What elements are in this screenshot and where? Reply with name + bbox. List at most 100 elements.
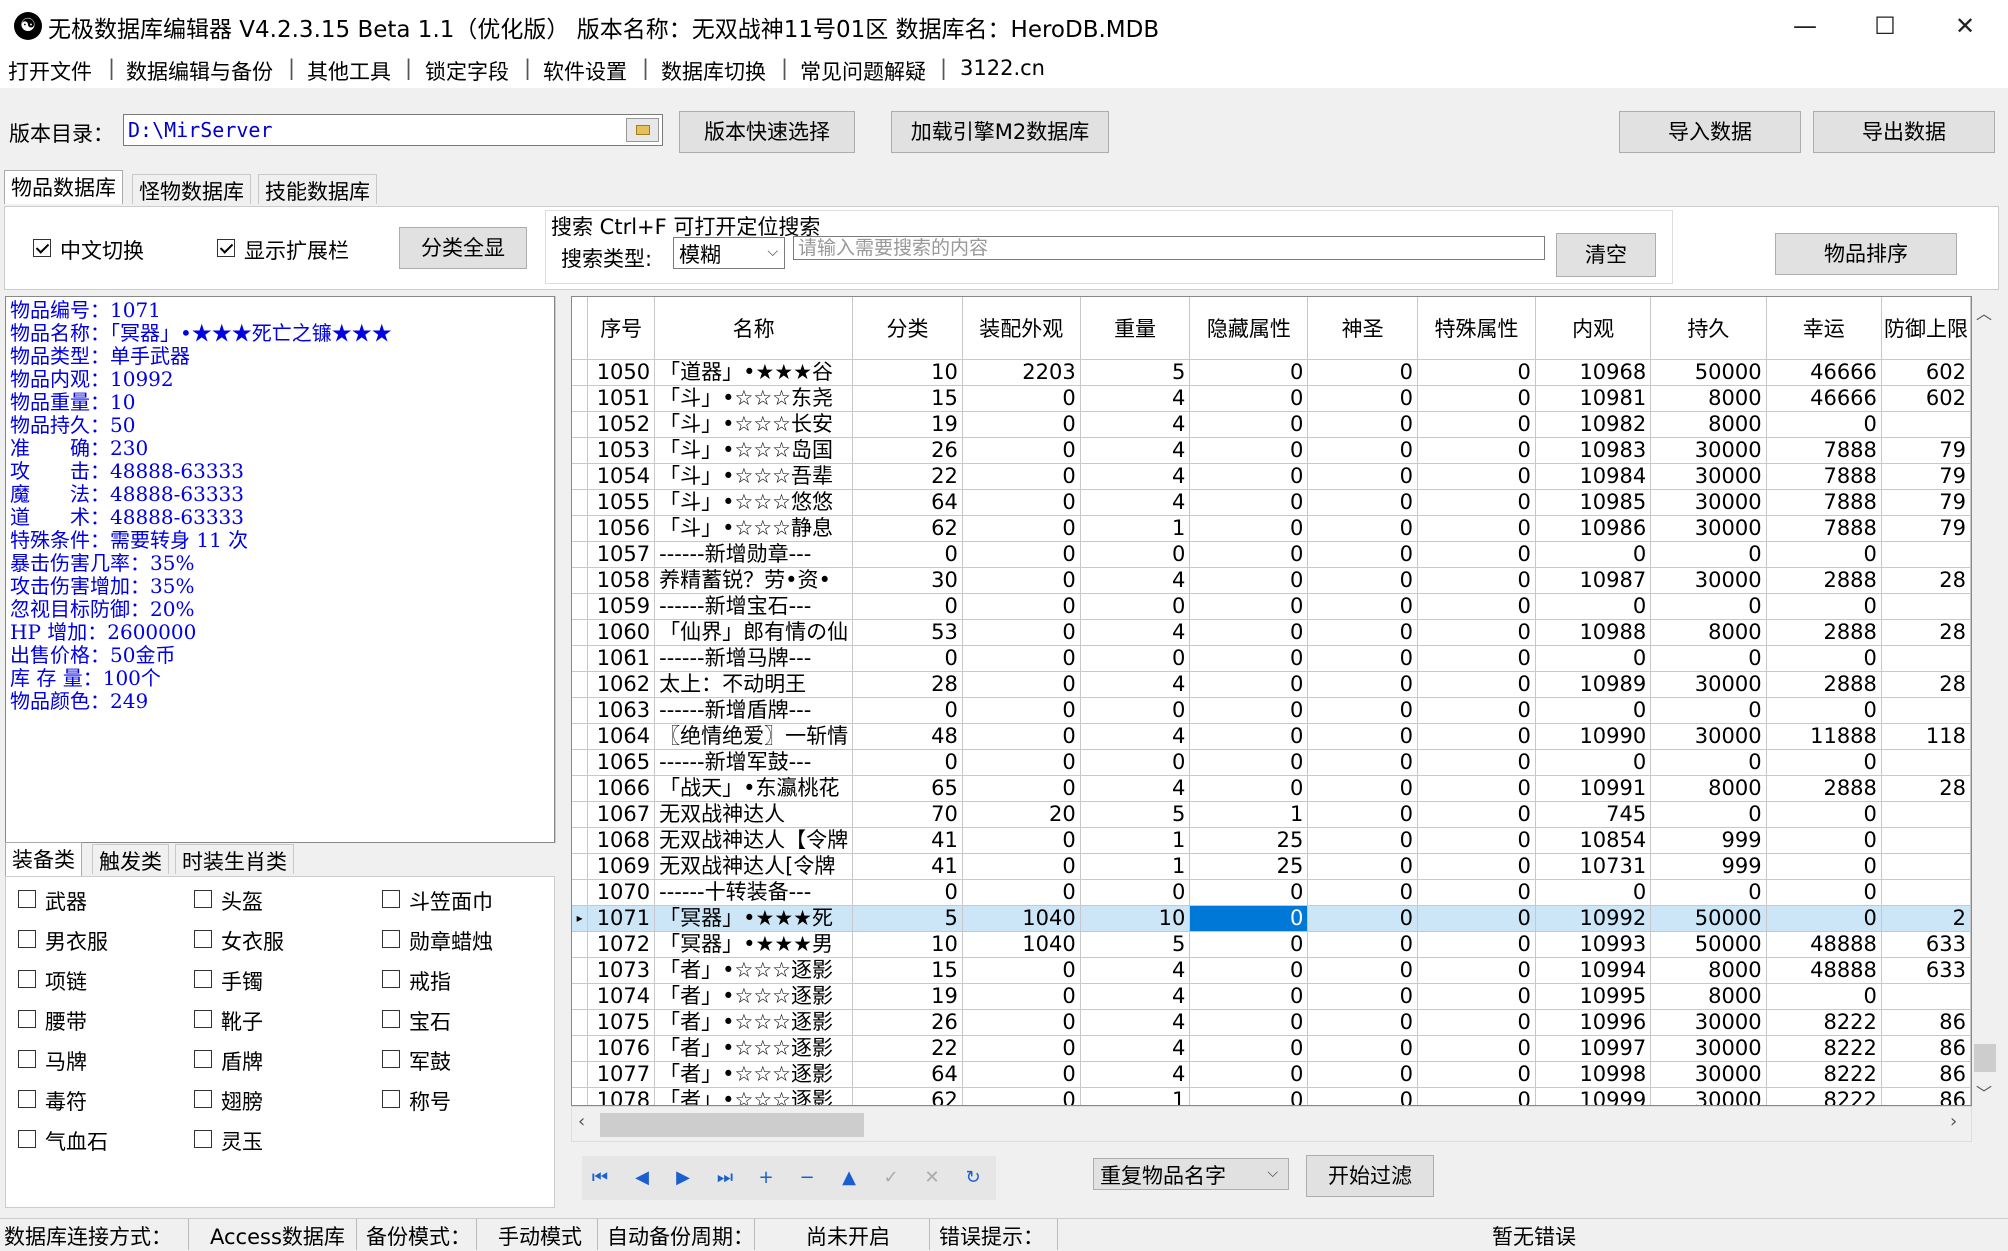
table-cell[interactable]: 「斗」•☆☆☆静息 — [654, 515, 854, 542]
table-cell[interactable]: 10985 — [1535, 489, 1652, 516]
table-cell[interactable]: 0 — [1650, 749, 1767, 776]
table-cell[interactable] — [1881, 879, 1971, 906]
column-header[interactable]: 分类 — [852, 297, 963, 360]
table-cell[interactable]: 19 — [852, 983, 963, 1010]
table-cell[interactable]: 0 — [1189, 1035, 1309, 1062]
table-cell[interactable]: 1066 — [587, 775, 656, 802]
table-row[interactable]: 1078 「者」•☆☆☆逐影 62 0 1 0 0 0 10999 30000 8222 86 — [572, 1087, 1971, 1105]
table-row[interactable]: 1069 无双战神达人[令牌 41 0 1 25 0 0 10731 999 0 — [572, 853, 1971, 880]
table-cell[interactable]: 30000 — [1650, 671, 1767, 698]
next-icon[interactable]: ▶ — [671, 1166, 695, 1190]
table-cell[interactable]: 1054 — [587, 463, 656, 490]
table-cell[interactable]: 0 — [1080, 749, 1191, 776]
table-cell[interactable]: 1 — [1189, 801, 1309, 828]
table-cell[interactable]: 65 — [852, 775, 963, 802]
table-cell[interactable]: 62 — [852, 1087, 963, 1105]
row-indicator[interactable] — [572, 489, 589, 516]
table-cell[interactable]: 2 — [1881, 905, 1971, 932]
table-cell[interactable]: 0 — [962, 671, 1081, 698]
table-cell[interactable]: 0 — [1307, 437, 1418, 464]
table-cell[interactable]: 无双战神达人[令牌 — [654, 853, 854, 880]
row-indicator[interactable] — [572, 957, 589, 984]
table-cell[interactable]: 19 — [852, 411, 963, 438]
table-cell[interactable]: 0 — [962, 593, 1081, 620]
table-cell[interactable]: 0 — [1535, 749, 1652, 776]
table-cell[interactable]: 8000 — [1650, 619, 1767, 646]
table-cell[interactable]: 30000 — [1650, 1061, 1767, 1088]
table-cell[interactable]: 46666 — [1766, 359, 1882, 386]
table-cell[interactable]: 4 — [1080, 983, 1191, 1010]
table-cell[interactable]: 0 — [1417, 411, 1536, 438]
table-cell[interactable]: 「者」•☆☆☆逐影 — [654, 983, 854, 1010]
table-cell[interactable]: 0 — [1417, 905, 1536, 932]
table-cell[interactable]: 8222 — [1766, 1009, 1882, 1036]
table-row[interactable]: 1051 「斗」•☆☆☆东尧 15 0 4 0 0 0 10981 8000 46666 602 — [572, 385, 1971, 412]
category-checkbox[interactable] — [18, 970, 36, 988]
table-cell[interactable]: 1063 — [587, 697, 656, 724]
table-cell[interactable]: 30000 — [1650, 1087, 1767, 1105]
table-cell[interactable]: 15 — [852, 385, 963, 412]
table-cell[interactable]: 64 — [852, 1061, 963, 1088]
table-cell[interactable]: 10987 — [1535, 567, 1652, 594]
table-cell[interactable]: 0 — [1189, 697, 1309, 724]
row-indicator[interactable] — [572, 853, 589, 880]
category-checkbox[interactable] — [18, 1010, 36, 1028]
table-cell[interactable]: 1058 — [587, 567, 656, 594]
table-cell[interactable]: 0 — [1189, 931, 1309, 958]
table-cell[interactable]: 无双战神达人【令牌 — [654, 827, 854, 854]
table-cell[interactable]: 1 — [1080, 1087, 1191, 1105]
table-cell[interactable]: 0 — [1417, 619, 1536, 646]
column-header[interactable]: 防御上限 — [1881, 297, 1971, 360]
start-filter-button[interactable]: 开始过滤 — [1306, 1155, 1434, 1197]
table-cell[interactable]: 「斗」•☆☆☆悠悠 — [654, 489, 854, 516]
table-cell[interactable]: 8000 — [1650, 385, 1767, 412]
clear-button[interactable]: 清空 — [1556, 233, 1656, 277]
column-header[interactable]: 序号 — [587, 297, 656, 360]
table-cell[interactable]: 「者」•☆☆☆逐影 — [654, 1009, 854, 1036]
table-cell[interactable]: 0 — [962, 827, 1081, 854]
table-cell[interactable]: 0 — [1189, 619, 1309, 646]
row-indicator[interactable] — [572, 385, 589, 412]
table-cell[interactable]: 0 — [1189, 749, 1309, 776]
table-cell[interactable]: 0 — [1417, 359, 1536, 386]
table-cell[interactable]: 745 — [1535, 801, 1652, 828]
table-cell[interactable]: 0 — [1307, 411, 1418, 438]
table-cell[interactable]: 0 — [852, 879, 963, 906]
table-cell[interactable]: 79 — [1881, 463, 1971, 490]
table-cell[interactable]: 86 — [1881, 1009, 1971, 1036]
table-cell[interactable]: 0 — [1766, 801, 1882, 828]
table-cell[interactable]: 1071 — [587, 905, 656, 932]
items-table-area[interactable]: 序号 名称 分类 装配外观 重量 隐藏属性 神圣 特殊属性 内观 持久 幸运 防御上限 1050 「道器… — [571, 296, 1972, 1106]
table-cell[interactable]: 1075 — [587, 1009, 656, 1036]
table-cell[interactable]: 0 — [1307, 1009, 1418, 1036]
show-ext-checkbox[interactable] — [217, 239, 235, 257]
table-cell[interactable]: 30 — [852, 567, 963, 594]
table-cell[interactable]: 8000 — [1650, 775, 1767, 802]
table-cell[interactable]: 0 — [1307, 515, 1418, 542]
table-cell[interactable] — [1881, 697, 1971, 724]
table-cell[interactable]: 0 — [1417, 697, 1536, 724]
row-indicator[interactable] — [572, 1035, 589, 1062]
table-cell[interactable]: 0 — [1417, 515, 1536, 542]
table-cell[interactable]: 0 — [1189, 567, 1309, 594]
table-cell[interactable]: 7888 — [1766, 463, 1882, 490]
insert-icon[interactable]: + — [754, 1166, 778, 1190]
table-cell[interactable]: 养精蓄锐？劳•资• — [654, 567, 854, 594]
table-row[interactable]: 1062 太上：不动明王 28 0 4 0 0 0 10989 30000 2888 28 — [572, 671, 1971, 698]
items-table[interactable]: 序号 名称 分类 装配外观 重量 隐藏属性 神圣 特殊属性 内观 持久 幸运 防御上限 1050 「道器… — [572, 297, 1971, 1105]
filter-select[interactable]: 重复物品名字 ⌵ — [1093, 1158, 1289, 1190]
table-cell[interactable]: 0 — [852, 593, 963, 620]
table-cell[interactable]: 0 — [1650, 697, 1767, 724]
table-cell[interactable] — [1881, 827, 1971, 854]
sort-button[interactable]: 物品排序 — [1775, 233, 1957, 275]
table-cell[interactable]: 0 — [1535, 593, 1652, 620]
table-row[interactable]: 1073 「者」•☆☆☆逐影 15 0 4 0 0 0 10994 8000 48888 633 — [572, 957, 1971, 984]
table-cell[interactable]: 0 — [1189, 489, 1309, 516]
table-cell[interactable]: 0 — [1189, 593, 1309, 620]
table-cell[interactable]: 0 — [1307, 957, 1418, 984]
table-cell[interactable]: 0 — [1417, 385, 1536, 412]
table-cell[interactable]: 1051 — [587, 385, 656, 412]
table-cell[interactable]: 0 — [1417, 489, 1536, 516]
menu-open-file[interactable]: 打开文件 — [8, 56, 92, 86]
table-cell[interactable]: 「道器」•★★★谷 — [654, 359, 854, 386]
